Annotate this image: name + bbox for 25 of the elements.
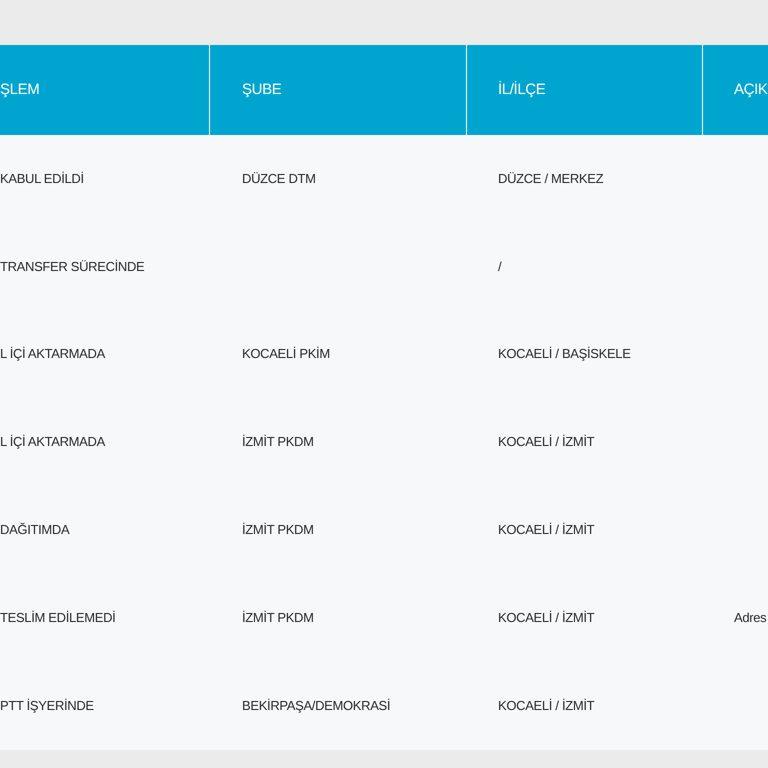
table-cell: KOCAELİ / İZMİT <box>498 698 594 713</box>
table-cell: L İÇİ AKTARMADA <box>0 346 105 362</box>
table-cell: KOCAELİ / İZMİT <box>498 610 594 625</box>
table-cell: KOCAELİ / İZMİT <box>498 522 594 538</box>
table-cell: İZMİT PKDM <box>242 610 314 625</box>
table-cell: / <box>498 258 502 274</box>
table-cell: İZMİT PKDM <box>242 522 314 538</box>
column-header: AÇIK <box>733 80 768 100</box>
column-header: ŞLEM <box>0 45 210 135</box>
table-cell: KABUL EDİLDİ <box>0 170 84 186</box>
table-cell: KOCAELİ / İZMİT <box>498 434 594 450</box>
table-cell: PTT İŞYERİNDE <box>0 698 94 713</box>
table-cell: TRANSFER SÜRECİNDE <box>0 258 144 274</box>
table-cell: KOCAELİ / BAŞİSKELE <box>498 346 631 362</box>
table-cell: DAĞITIMDA <box>0 522 70 538</box>
table-cell: TESLİM EDİLEMEDİ <box>0 610 116 625</box>
table-cell: KOCAELİ PKİM <box>242 346 330 362</box>
table-cell: DÜZCE DTM <box>242 170 316 186</box>
table-cell: L İÇİ AKTARMADA <box>0 434 105 450</box>
column-header: ŞUBE <box>210 45 467 135</box>
table-cell: İZMİT PKDM <box>242 434 314 450</box>
table-cell: BEKİRPAŞA/DEMOKRASİ <box>242 698 390 713</box>
table-cell: DÜZCE / MERKEZ <box>498 170 604 186</box>
table-cell: Adres <box>734 610 766 625</box>
column-header: İL/İLÇE <box>467 45 703 135</box>
